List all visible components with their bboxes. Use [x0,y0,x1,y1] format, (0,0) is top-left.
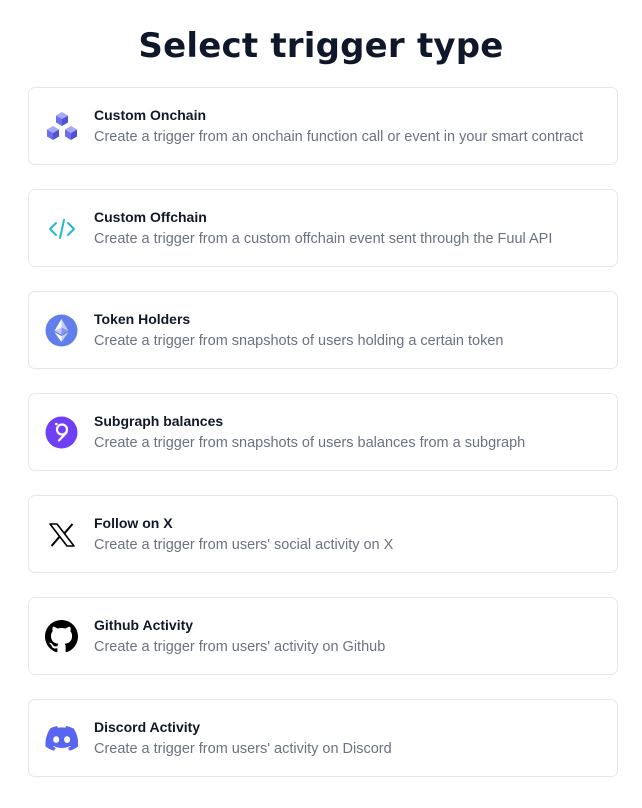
option-title: Discord Activity [94,719,201,735]
option-custom-offchain[interactable]: Custom Offchain Create a trigger from a … [28,189,618,267]
option-follow-on-x[interactable]: Follow on X Create a trigger from users'… [28,495,618,573]
trigger-type-list: Custom Onchain Create a trigger from an … [28,87,618,801]
option-description: Create a trigger from users' activity on… [94,639,386,655]
option-title: Custom Offchain [94,209,207,225]
option-subgraph-balances[interactable]: Subgraph balances Create a trigger from … [28,393,618,471]
option-title: Token Holders [94,311,191,327]
option-title: Follow on X [94,515,173,531]
option-description: Create a trigger from an onchain functio… [94,129,584,145]
option-discord-activity[interactable]: Discord Activity Create a trigger from u… [28,699,618,777]
option-token-holders[interactable]: Token Holders Create a trigger from snap… [28,291,618,369]
discord-icon [44,721,79,756]
code-icon [44,211,79,246]
option-description: Create a trigger from users' activity on… [94,741,392,757]
x-icon [44,517,79,552]
ethereum-icon [44,313,79,348]
graph-icon [44,415,79,450]
option-title: Custom Onchain [94,107,207,123]
option-github-activity[interactable]: Github Activity Create a trigger from us… [28,597,618,675]
page-title: Select trigger type [138,26,504,66]
option-description: Create a trigger from snapshots of users… [94,435,526,451]
cubes-icon [44,109,79,144]
option-description: Create a trigger from snapshots of users… [94,333,504,349]
option-title: Github Activity [94,617,194,633]
option-custom-onchain[interactable]: Custom Onchain Create a trigger from an … [28,87,618,165]
option-description: Create a trigger from users' social acti… [94,537,394,553]
option-title: Subgraph balances [94,413,224,429]
github-icon [44,619,79,654]
option-description: Create a trigger from a custom offchain … [94,231,553,247]
